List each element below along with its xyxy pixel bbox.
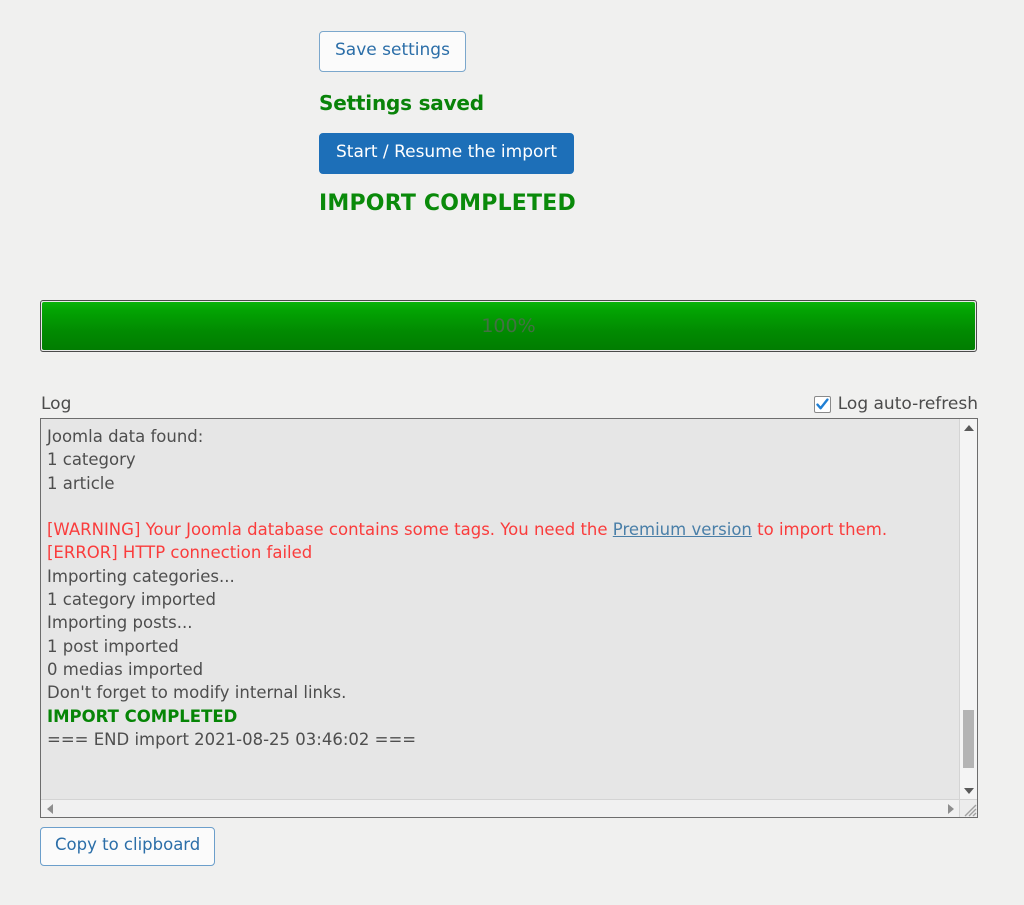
log-content[interactable]: Joomla data found: 1 category 1 article [W…	[41, 419, 959, 799]
log-vertical-scrollbar[interactable]	[959, 419, 977, 799]
log-body: Joomla data found: 1 category 1 article [W…	[41, 419, 977, 799]
log-header: Log Log auto-refresh	[41, 394, 978, 414]
horizontal-scroll-track[interactable]	[58, 800, 942, 817]
scroll-right-button[interactable]	[942, 800, 959, 817]
chevron-down-icon	[963, 787, 974, 794]
start-resume-import-button[interactable]: Start / Resume the import	[319, 133, 575, 174]
progress-fill: 100%	[42, 302, 975, 350]
chevron-left-icon	[46, 803, 53, 814]
resize-grip-icon[interactable]	[959, 800, 977, 817]
log-line: 0 medias imported	[47, 659, 204, 679]
scroll-left-button[interactable]	[41, 800, 58, 817]
vertical-scroll-track[interactable]	[960, 436, 977, 782]
save-settings-button[interactable]: Save settings	[319, 31, 466, 72]
import-completed-status: IMPORT COMPLETED	[319, 191, 576, 216]
log-horizontal-scrollbar[interactable]	[41, 799, 977, 817]
log-auto-refresh-checkbox[interactable]	[813, 395, 831, 413]
log-line: === END import 2021-08-25 03:46:02 ===	[47, 729, 417, 749]
chevron-up-icon	[963, 424, 974, 431]
scroll-up-button[interactable]	[960, 419, 977, 436]
log-textarea[interactable]: Joomla data found: 1 category 1 article [W…	[40, 418, 978, 818]
page-root: Save settings Settings saved Start / Res…	[0, 0, 1024, 905]
chevron-right-icon	[947, 803, 954, 814]
import-progress-bar: 100%	[40, 300, 977, 352]
progress-percent-label: 100%	[481, 315, 536, 337]
log-line: 1 category imported	[47, 590, 217, 610]
scroll-down-button[interactable]	[960, 782, 977, 799]
log-line: IMPORT COMPLETED	[47, 706, 238, 726]
log-label: Log	[41, 394, 72, 414]
log-line: 1 post imported	[47, 636, 179, 656]
settings-saved-status: Settings saved	[319, 91, 484, 115]
log-line: 1 article	[47, 473, 115, 493]
premium-version-link[interactable]: Premium version	[613, 520, 752, 539]
log-line: [WARNING] Your Joomla database contains …	[47, 520, 888, 540]
checkmark-icon	[816, 397, 829, 409]
log-line: Importing categories...	[47, 566, 235, 586]
vertical-scroll-thumb[interactable]	[963, 710, 974, 768]
import-controls: Save settings Settings saved Start / Res…	[319, 31, 576, 216]
log-line: 1 category	[47, 450, 136, 470]
log-auto-refresh-control[interactable]: Log auto-refresh	[813, 394, 978, 414]
copy-to-clipboard-button[interactable]: Copy to clipboard	[40, 827, 216, 866]
log-line: Importing posts...	[47, 613, 193, 633]
log-auto-refresh-label: Log auto-refresh	[837, 394, 978, 414]
log-line: Joomla data found:	[47, 427, 204, 446]
log-line: [ERROR] HTTP connection failed	[47, 543, 313, 563]
log-line: Don't forget to modify internal links.	[47, 683, 347, 703]
